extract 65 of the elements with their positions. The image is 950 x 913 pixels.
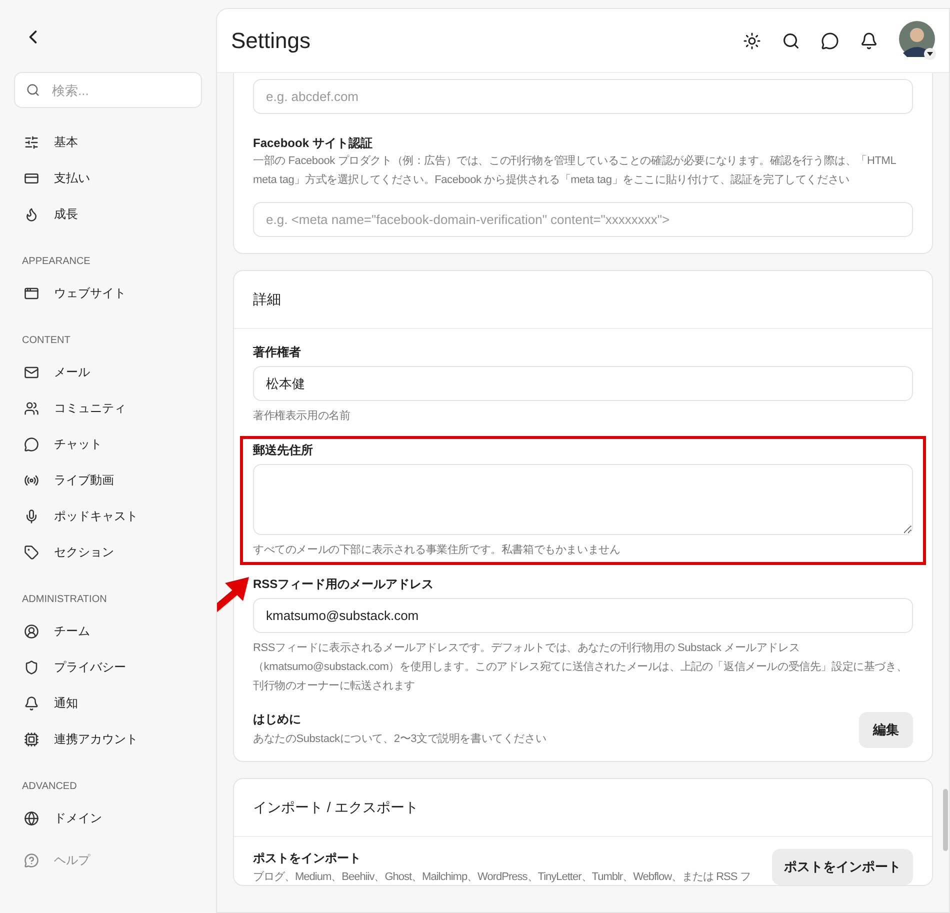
- field-label: RSSフィード用のメールアドレス: [253, 576, 435, 593]
- scrollbar-thumb[interactable]: [943, 789, 948, 851]
- browser-window-icon: [24, 286, 39, 300]
- row-description: ブログ、Medium、Beehiiv、Ghost、Mailchimp、WordPress、TinyLetter、Tumblr、Webflow、または RSS フ: [253, 870, 750, 885]
- sidebar-item[interactable]: コミュニティ: [14, 390, 202, 426]
- sidebar-item[interactable]: 基本: [14, 124, 202, 160]
- mail-icon: [24, 364, 39, 380]
- bell-icon[interactable]: [860, 32, 878, 50]
- sidebar-item[interactable]: 連携アカウント: [14, 721, 202, 757]
- search-icon[interactable]: [782, 32, 800, 50]
- card-title: 詳細: [234, 271, 932, 329]
- shield-icon: [24, 660, 39, 674]
- edit-button[interactable]: 編集: [859, 712, 913, 748]
- sidebar-item[interactable]: ウェブサイト: [14, 275, 202, 311]
- flame-icon: [24, 206, 39, 222]
- sliders-icon: [24, 134, 39, 150]
- field-label: Facebook サイト認証: [253, 135, 374, 152]
- section-heading: ADMINISTRATION: [22, 593, 108, 607]
- field-label: 著作権者: [253, 344, 302, 361]
- globe-icon: [24, 810, 39, 826]
- theme-icon[interactable]: [743, 32, 761, 50]
- sidebar-item[interactable]: ポッドキャスト: [14, 498, 202, 534]
- sidebar-item[interactable]: 通知: [14, 685, 202, 721]
- sidebar-item[interactable]: ドメイン: [14, 800, 202, 836]
- sidebar-item[interactable]: 支払い: [14, 160, 202, 196]
- row-label: ポストをインポート: [253, 850, 362, 867]
- sidebar-item[interactable]: ライブ動画: [14, 462, 202, 498]
- text-field[interactable]: e.g. abcdef.com: [253, 79, 913, 114]
- help-icon: [24, 852, 39, 868]
- sidebar-item[interactable]: チーム: [14, 613, 202, 649]
- chip-icon: [24, 732, 39, 746]
- field-label: 郵送先住所: [253, 442, 314, 459]
- section-heading: ADVANCED: [22, 780, 78, 794]
- sidebar-item[interactable]: プライバシー: [14, 649, 202, 685]
- field-hint: あなたのSubstackについて、2〜3文で説明を書いてください: [253, 732, 546, 747]
- sidebar-item[interactable]: セクション: [14, 534, 202, 570]
- tag-icon: [24, 544, 39, 560]
- field-description: 一部の Facebook プロダクト（例：広告）では、この刊行物を管理していることの確認が必要になります。確認を行う際は、「HTML meta tag」方式を選択してください。Facebook から提供される「meta tag」をここに貼り付けて、認証を完了してください: [253, 154, 897, 188]
- users-icon: [24, 400, 39, 416]
- text-field[interactable]: 松本健: [253, 366, 913, 401]
- chat-bubble-icon[interactable]: [821, 32, 839, 50]
- user-circle-icon: [24, 624, 39, 638]
- sidebar-item[interactable]: 成長: [14, 196, 202, 232]
- text-field[interactable]: e.g. <meta name="facebook-domain-verification" content="xxxxxxxx">: [253, 202, 913, 237]
- sidebar-item[interactable]: チャット: [14, 426, 202, 462]
- bell-icon: [24, 696, 39, 710]
- text-field[interactable]: kmatsumo@substack.com: [253, 598, 913, 633]
- page-title: Settings: [231, 27, 310, 55]
- card-title: インポート / エクスポート: [234, 779, 932, 837]
- chat-bubble-icon: [24, 436, 39, 452]
- section-heading: APPEARANCE: [22, 255, 92, 269]
- microphone-icon: [24, 508, 39, 524]
- card-icon: [24, 170, 39, 186]
- search-icon: [26, 83, 40, 97]
- search-field[interactable]: 検索...: [14, 72, 202, 108]
- field-hint: すべてのメールの下部に表示される事業住所です。私書箱でもかまいません: [253, 542, 622, 558]
- section-heading: CONTENT: [22, 334, 72, 348]
- field-label: はじめに: [253, 711, 302, 728]
- sidebar-item[interactable]: メール: [14, 354, 202, 390]
- avatar[interactable]: [899, 20, 937, 60]
- broadcast-icon: [24, 472, 39, 488]
- field-hint: 著作権表示用の名前: [253, 408, 352, 424]
- import-button[interactable]: ポストをインポート: [772, 849, 913, 885]
- field-hint: RSSフィードに表示されるメールアドレスです。デフォルトでは、あなたの刊行物用の Substack メールアドレス（kmatsumo@substack.com）を使用します。このアドレス宛てに送信されたメールは、上記の「返信メールの受信先」設定に基づき、刊行物のオーナーに転送されます: [253, 641, 908, 694]
- textarea-field[interactable]: [253, 464, 913, 535]
